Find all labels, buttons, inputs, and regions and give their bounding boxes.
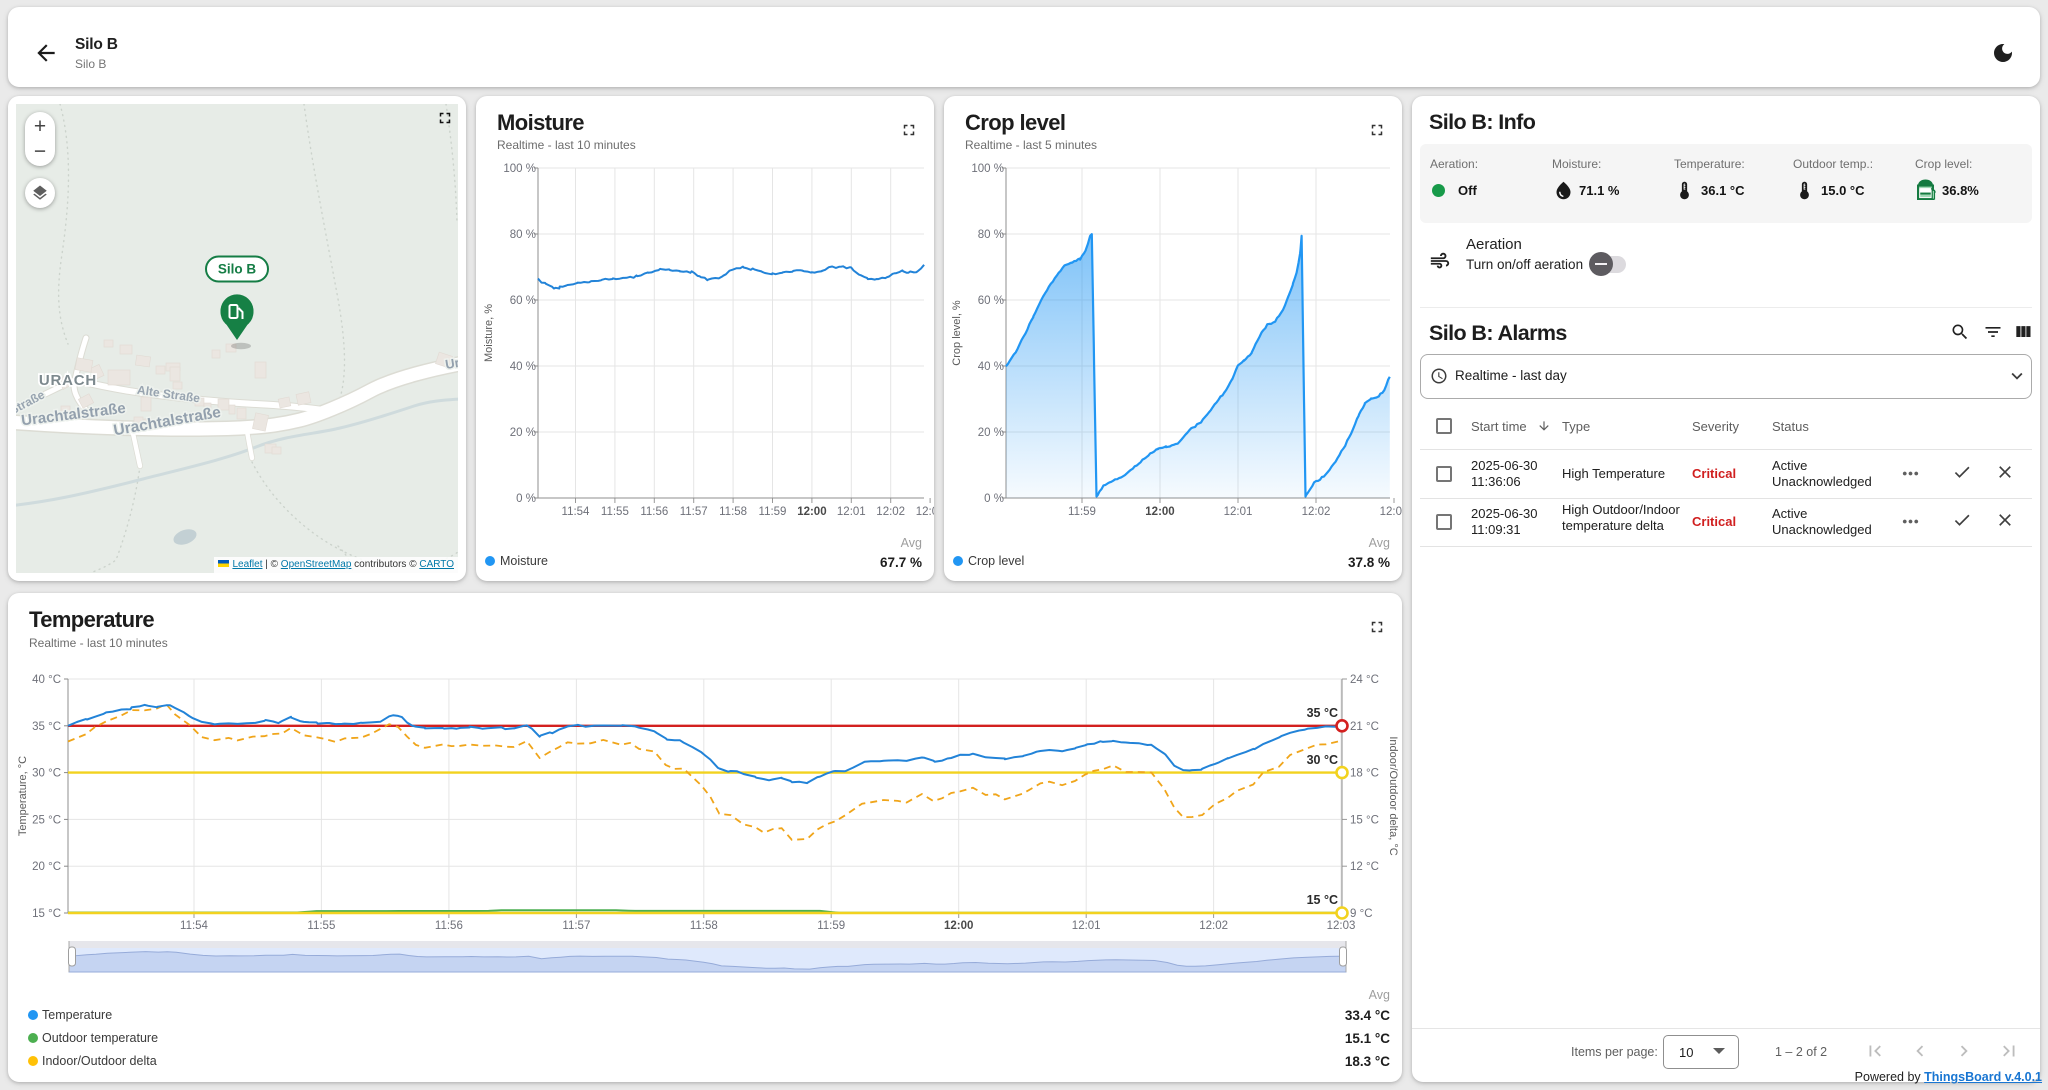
svg-text:11:58: 11:58	[719, 506, 747, 518]
svg-text:11:59: 11:59	[1068, 506, 1096, 518]
svg-text:12:02: 12:02	[1302, 506, 1331, 518]
svg-text:12:02: 12:02	[1199, 920, 1228, 932]
svg-text:12:03: 12:03	[1380, 506, 1402, 518]
svg-text:12:01: 12:01	[1072, 920, 1101, 932]
svg-text:Temperature, °C: Temperature, °C	[17, 756, 29, 836]
svg-text:11:58: 11:58	[690, 920, 718, 932]
svg-text:60 %: 60 %	[510, 295, 536, 307]
svg-text:30 °C: 30 °C	[32, 768, 61, 780]
svg-text:12:00: 12:00	[797, 506, 826, 518]
svg-text:21 °C: 21 °C	[1350, 721, 1379, 733]
svg-text:12:03: 12:03	[916, 506, 934, 518]
svg-text:80 %: 80 %	[510, 229, 536, 241]
svg-text:15 °C: 15 °C	[32, 908, 61, 920]
svg-text:30 °C: 30 °C	[1307, 753, 1338, 767]
svg-text:20 %: 20 %	[978, 427, 1004, 439]
svg-text:40 %: 40 %	[510, 361, 536, 373]
svg-text:40 °C: 40 °C	[32, 674, 61, 686]
svg-text:12:00: 12:00	[944, 920, 973, 932]
svg-text:15 °C: 15 °C	[1350, 814, 1379, 826]
svg-text:60 %: 60 %	[978, 295, 1004, 307]
svg-text:100 %: 100 %	[971, 163, 1004, 175]
svg-text:9 °C: 9 °C	[1350, 908, 1373, 920]
svg-text:11:57: 11:57	[562, 920, 590, 932]
svg-text:12 °C: 12 °C	[1350, 861, 1379, 873]
svg-text:12:01: 12:01	[837, 506, 866, 518]
svg-text:Crop level, %: Crop level, %	[951, 300, 963, 366]
svg-text:35 °C: 35 °C	[32, 721, 61, 733]
svg-text:11:57: 11:57	[680, 506, 708, 518]
svg-text:12:01: 12:01	[1224, 506, 1253, 518]
svg-text:0 %: 0 %	[516, 493, 536, 505]
svg-text:20 °C: 20 °C	[32, 861, 61, 873]
svg-text:25 °C: 25 °C	[32, 814, 61, 826]
svg-text:11:56: 11:56	[640, 506, 668, 518]
svg-text:12:03: 12:03	[1327, 920, 1356, 932]
svg-text:20 %: 20 %	[510, 427, 536, 439]
svg-text:18 °C: 18 °C	[1350, 768, 1379, 780]
svg-text:Indoor/Outdoor delta, °C: Indoor/Outdoor delta, °C	[1387, 736, 1399, 855]
svg-text:11:55: 11:55	[307, 920, 335, 932]
svg-text:URACH: URACH	[39, 372, 97, 389]
svg-text:80 %: 80 %	[978, 229, 1004, 241]
svg-text:12:00: 12:00	[1145, 506, 1174, 518]
svg-text:40 %: 40 %	[978, 361, 1004, 373]
svg-text:100 %: 100 %	[503, 163, 536, 175]
svg-text:11:54: 11:54	[562, 506, 591, 518]
svg-text:15 °C: 15 °C	[1307, 893, 1338, 907]
svg-text:11:54: 11:54	[180, 920, 209, 932]
svg-text:0 %: 0 %	[984, 493, 1004, 505]
svg-text:12:02: 12:02	[876, 506, 905, 518]
svg-text:11:56: 11:56	[435, 920, 463, 932]
svg-text:24 °C: 24 °C	[1350, 674, 1379, 686]
svg-text:35 °C: 35 °C	[1307, 706, 1338, 720]
svg-text:11:59: 11:59	[817, 920, 845, 932]
svg-text:11:59: 11:59	[759, 506, 787, 518]
svg-text:11:55: 11:55	[601, 506, 629, 518]
svg-text:Silo B: Silo B	[218, 262, 257, 277]
svg-text:Moisture, %: Moisture, %	[483, 304, 495, 362]
